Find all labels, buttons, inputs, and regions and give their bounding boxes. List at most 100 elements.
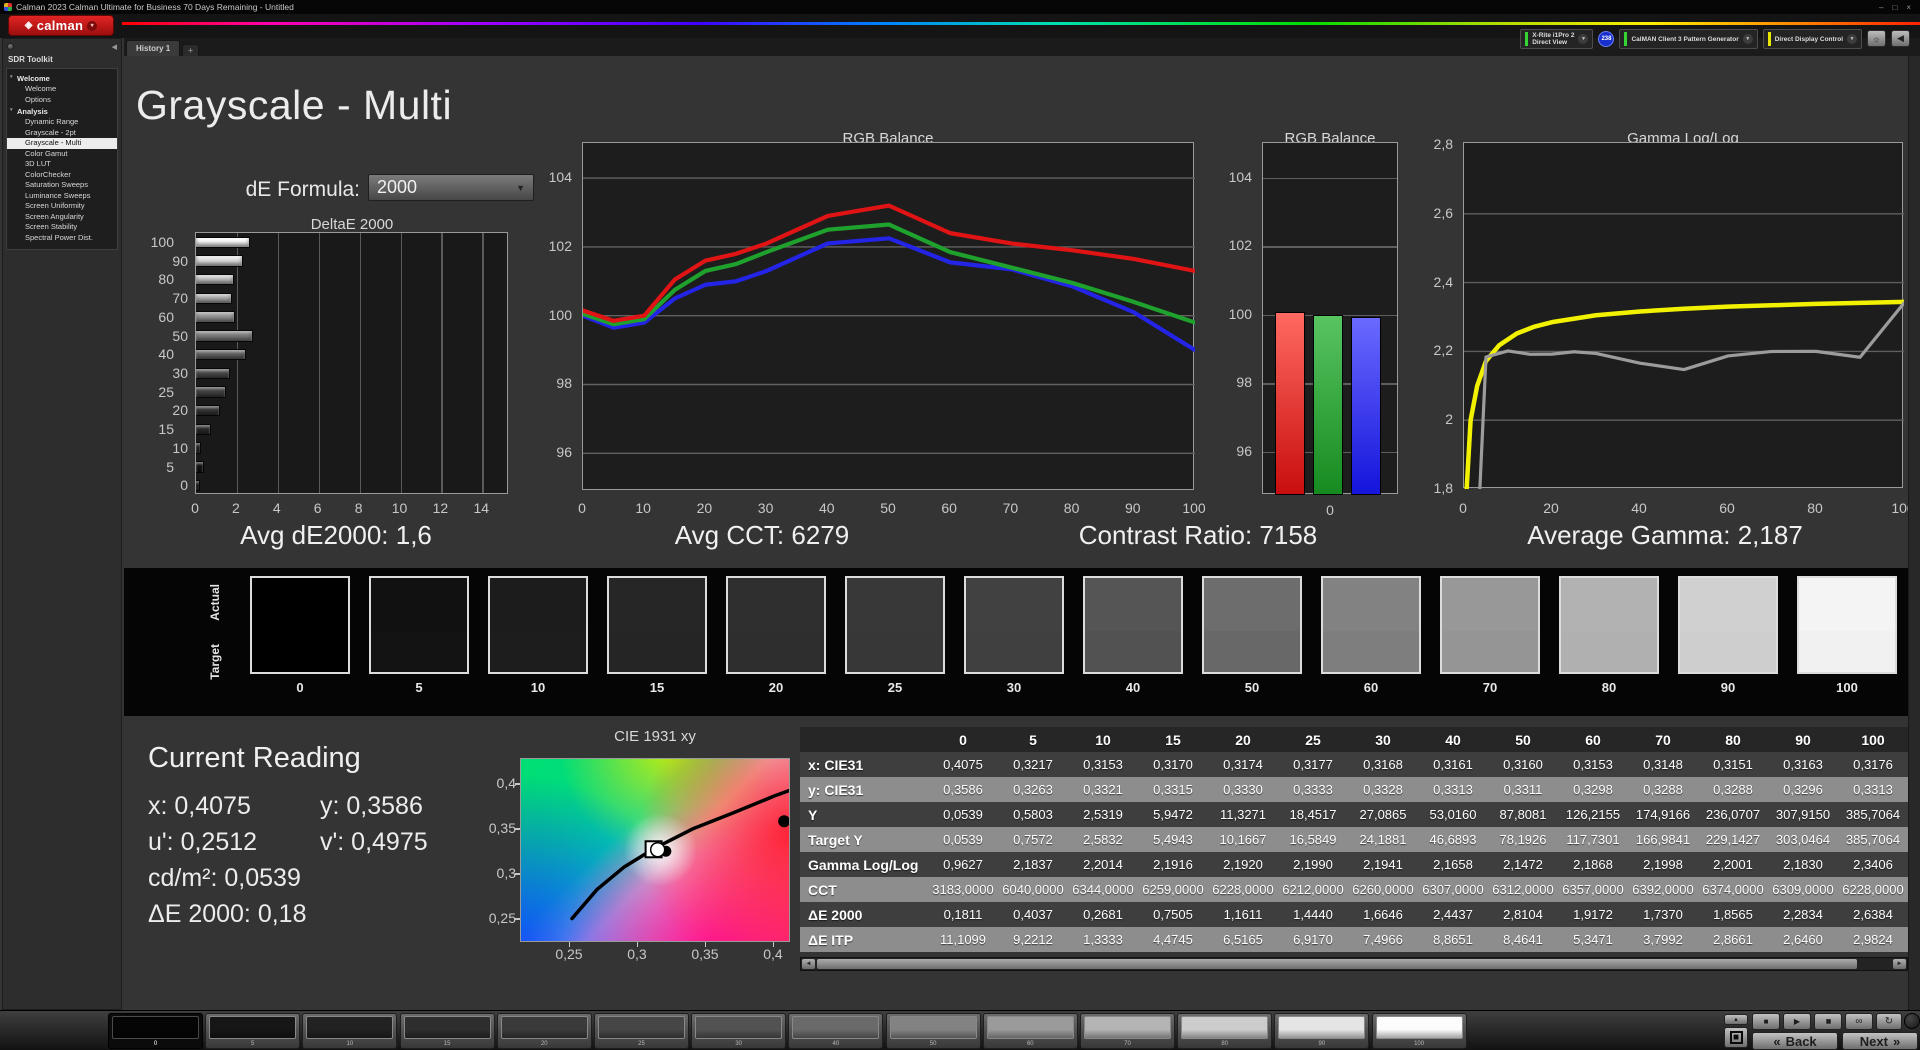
- pattern-patch-60[interactable]: 60: [983, 1013, 1078, 1049]
- table-cell: 46,6893: [1418, 827, 1488, 852]
- swatch-label: 25: [845, 680, 945, 695]
- table-row: y: CIE310,35860,32630,33210,33150,33300,…: [800, 777, 1908, 802]
- settings-gear-button[interactable]: ☼: [1867, 30, 1886, 47]
- sidebar-item-options[interactable]: Options: [7, 95, 117, 106]
- table-cell: 6344,0000: [1068, 877, 1138, 902]
- pattern-patch-50[interactable]: 50: [886, 1013, 981, 1049]
- de-formula-dropdown[interactable]: 2000 ▼: [368, 174, 534, 201]
- table-cell: 0,3177: [1278, 752, 1348, 777]
- tab-add[interactable]: +: [182, 44, 199, 56]
- rgb-x-tick: 10: [635, 500, 651, 516]
- reading-v-prime: v': 0,4975: [320, 828, 428, 857]
- tree-group-welcome[interactable]: ▾Welcome: [7, 72, 117, 84]
- sidebar-item-saturation-sweeps[interactable]: Saturation Sweeps: [7, 180, 117, 191]
- back-arrow-icon: «: [1773, 1034, 1780, 1049]
- maximize-icon[interactable]: □: [1892, 3, 1897, 12]
- pattern-patch-100[interactable]: 100: [1372, 1013, 1467, 1049]
- table-cell: 2,2001: [1698, 852, 1768, 877]
- meter-count-badge[interactable]: 238: [1598, 31, 1614, 47]
- table-row: Target Y0,05390,75722,58325,494310,16671…: [800, 827, 1908, 852]
- pattern-patch-15[interactable]: 15: [400, 1013, 495, 1049]
- rgbbar-y-tick: 102: [1208, 237, 1252, 253]
- stop-button[interactable]: ■: [1752, 1013, 1780, 1030]
- sidebar-item-spectral-power-dist-[interactable]: Spectral Power Dist.: [7, 233, 117, 244]
- table-row-label: ΔE 2000: [800, 902, 928, 927]
- sidebar-item-screen-stability[interactable]: Screen Stability: [7, 222, 117, 233]
- table-cell: 2,1868: [1558, 852, 1628, 877]
- rgb-x-tick: 40: [819, 500, 835, 516]
- pattern-patch-70[interactable]: 70: [1080, 1013, 1175, 1049]
- next-button[interactable]: Next »: [1842, 1032, 1918, 1050]
- table-cell: 2,2834: [1768, 902, 1838, 927]
- pattern-patch-20[interactable]: 20: [497, 1013, 592, 1049]
- sidebar-item-color-gamut[interactable]: Color Gamut: [7, 149, 117, 160]
- sidebar-options-button[interactable]: [7, 43, 14, 50]
- chevron-down-icon: ▾: [1743, 34, 1753, 44]
- deltae-y-tick: 90: [128, 253, 188, 269]
- pause-button[interactable]: ▮▮: [1814, 1013, 1842, 1030]
- table-cell: 87,8081: [1488, 802, 1558, 827]
- patch-label: 25: [595, 1041, 688, 1047]
- patch-color-20: [501, 1016, 588, 1039]
- sidebar-item-grayscale-2pt[interactable]: Grayscale - 2pt: [7, 128, 117, 139]
- tab-history-1[interactable]: History 1: [126, 40, 180, 56]
- scroll-right-icon[interactable]: ►: [1893, 959, 1906, 969]
- table-cell: 3,7992: [1628, 927, 1698, 952]
- display-control-button[interactable]: Direct Display Control ▾: [1763, 29, 1862, 49]
- workflow-tree: ▾WelcomeWelcomeOptions▾AnalysisDynamic R…: [6, 68, 118, 250]
- repeat-button[interactable]: ↻: [1876, 1013, 1902, 1030]
- sidebar-item-luminance-sweeps[interactable]: Luminance Sweeps: [7, 191, 117, 202]
- deltae-x-tick: 8: [355, 500, 363, 516]
- back-button[interactable]: « Back: [1752, 1032, 1838, 1050]
- sidebar-item-grayscale-multi[interactable]: Grayscale - Multi: [7, 138, 117, 149]
- sidebar-item-dynamic-range[interactable]: Dynamic Range: [7, 117, 117, 128]
- deltae-bar-10: [196, 442, 201, 454]
- pattern-patch-30[interactable]: 30: [691, 1013, 786, 1049]
- dropdown-arrow-icon: ▼: [516, 183, 525, 193]
- pattern-patch-25[interactable]: 25: [594, 1013, 689, 1049]
- panel-up-icon[interactable]: ▲: [1724, 1014, 1748, 1025]
- sidebar-item-colorchecker[interactable]: ColorChecker: [7, 170, 117, 181]
- sidebar-item-screen-angularity[interactable]: Screen Angularity: [7, 212, 117, 223]
- table-cell: 2,6460: [1768, 927, 1838, 952]
- sidebar-item-welcome[interactable]: Welcome: [7, 84, 117, 95]
- pattern-patch-10[interactable]: 10: [302, 1013, 397, 1049]
- pattern-patch-0[interactable]: 0: [108, 1013, 203, 1049]
- swatch-label: 0: [250, 680, 350, 695]
- rainbow-divider: [122, 22, 1920, 25]
- sidebar-item-3d-lut[interactable]: 3D LUT: [7, 159, 117, 170]
- meter-device-button[interactable]: X-Rite i1Pro 2 Direct View ▾: [1520, 29, 1593, 49]
- swatch-actual-30: [966, 578, 1062, 631]
- pattern-patch-5[interactable]: 5: [205, 1013, 300, 1049]
- table-col-10: 10: [1068, 727, 1138, 752]
- pattern-source-button[interactable]: CalMAN Client 3 Pattern Generator ▾: [1619, 29, 1757, 49]
- table-cell: 1,4440: [1278, 902, 1348, 927]
- rgbbar-blue: [1351, 317, 1381, 495]
- back-button-label: Back: [1786, 1034, 1817, 1049]
- sidebar-item-screen-uniformity[interactable]: Screen Uniformity: [7, 201, 117, 212]
- tree-group-analysis[interactable]: ▾Analysis: [7, 105, 117, 117]
- pattern-patch-90[interactable]: 90: [1274, 1013, 1369, 1049]
- pattern-patch-80[interactable]: 80: [1177, 1013, 1272, 1049]
- scrollbar-thumb[interactable]: [817, 959, 1857, 969]
- collapse-panel-button[interactable]: ◀: [1891, 30, 1910, 47]
- swatch-target-15: [609, 631, 705, 672]
- patch-window-button[interactable]: ■: [1724, 1027, 1748, 1048]
- table-cell: 2,8661: [1698, 927, 1768, 952]
- scroll-left-icon[interactable]: ◄: [802, 959, 815, 969]
- minimize-icon[interactable]: –: [1879, 3, 1883, 12]
- calman-menu-button[interactable]: ◈ calman ▾: [8, 15, 114, 36]
- sidebar-collapse-icon[interactable]: ◀: [112, 43, 117, 51]
- next-arrow-icon: »: [1893, 1034, 1900, 1049]
- table-cell: 0,3174: [1208, 752, 1278, 777]
- patch-label: 100: [1373, 1041, 1466, 1047]
- target-row-label: Target: [208, 644, 222, 680]
- rgb-y-tick: 96: [528, 444, 572, 460]
- close-icon[interactable]: ×: [1906, 3, 1911, 12]
- play-button[interactable]: ▶: [1783, 1013, 1811, 1030]
- continuous-measure-button[interactable]: ∞: [1845, 1013, 1873, 1030]
- cie-x-tick: 0,4: [763, 946, 782, 962]
- table-scrollbar[interactable]: ◄ ►: [800, 957, 1908, 971]
- app-window: Calman 2023 Calman Ultimate for Business…: [0, 0, 1920, 1050]
- pattern-patch-40[interactable]: 40: [788, 1013, 883, 1049]
